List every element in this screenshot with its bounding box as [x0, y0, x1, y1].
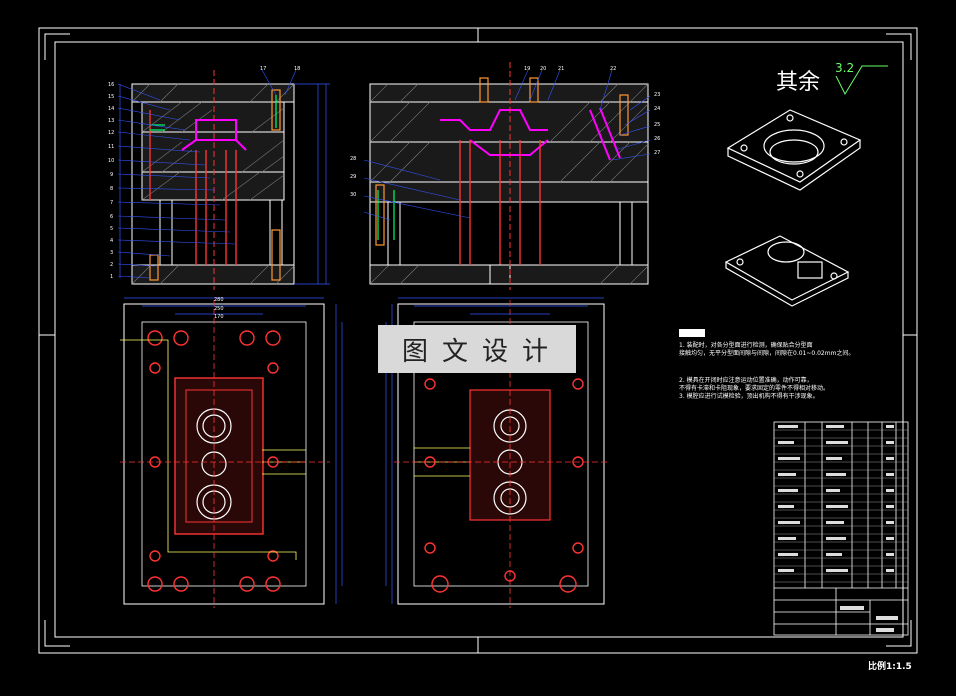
svg-text:11: 11	[108, 144, 114, 150]
svg-text:2: 2	[110, 262, 113, 268]
svg-text:8: 8	[110, 186, 113, 192]
roughness-label: 其余	[776, 70, 821, 95]
support-pillars-left	[159, 199, 283, 266]
svg-text:29: 29	[350, 174, 356, 180]
section-view-right	[363, 62, 651, 290]
svg-text:21: 21	[558, 66, 564, 72]
svg-text:7: 7	[110, 200, 113, 206]
core-plate-left	[141, 131, 285, 173]
svg-text:24: 24	[654, 106, 660, 112]
svg-text:22: 22	[610, 66, 616, 72]
svg-text:1: 1	[110, 274, 113, 280]
svg-text:170: 170	[214, 314, 224, 320]
svg-text:6: 6	[110, 214, 113, 220]
svg-text:26: 26	[654, 136, 660, 142]
corner-tr	[886, 33, 912, 60]
svg-text:10: 10	[108, 158, 114, 164]
plan-view-left	[120, 297, 343, 608]
svg-text:17: 17	[260, 66, 266, 72]
core-plate-right	[369, 141, 649, 183]
top-clamp-plate-left	[131, 83, 295, 103]
svg-text:28: 28	[350, 156, 356, 162]
tech-note-line: 3. 模腔应进行试模检验，顶出机构不得有干涉现象。	[679, 393, 819, 400]
svg-text:280: 280	[214, 297, 224, 303]
svg-text:19: 19	[524, 66, 530, 72]
watermark-logo: 图文设计	[378, 325, 576, 373]
tech-note-line: 接触均匀，无平分型面间隙与间隙，间隙在0.01~0.02mm之间。	[679, 350, 855, 357]
svg-text:13: 13	[108, 118, 114, 124]
svg-text:15: 15	[108, 94, 114, 100]
svg-text:250: 250	[214, 306, 224, 312]
svg-text:18: 18	[294, 66, 300, 72]
cavity-insert-left	[174, 377, 264, 535]
roughness-value: 3.2	[835, 61, 855, 75]
corner-bl	[44, 620, 70, 647]
support-plate-right	[369, 181, 649, 203]
bom-text-marks	[778, 425, 898, 632]
svg-text:20: 20	[540, 66, 546, 72]
section-view-left	[117, 69, 330, 290]
svg-text:5: 5	[110, 226, 113, 232]
svg-text:23: 23	[654, 92, 660, 98]
svg-text:14: 14	[108, 106, 114, 112]
svg-text:4: 4	[110, 238, 113, 244]
part-isometric-bottom	[724, 235, 850, 307]
scale-note: 比例1:1.5	[868, 662, 912, 672]
svg-text:12: 12	[108, 130, 114, 136]
top-clamp-plate-right	[369, 83, 649, 103]
bottom-clamp-plate-left	[131, 264, 295, 285]
svg-text:3: 3	[110, 250, 113, 256]
part-isometric-top	[726, 109, 862, 191]
svg-text:9: 9	[110, 172, 113, 178]
tech-notes-title-bar	[679, 329, 705, 337]
svg-text:25: 25	[654, 122, 660, 128]
corner-tl	[44, 33, 70, 60]
svg-text:16: 16	[108, 82, 114, 88]
bottom-clamp-plate-right	[369, 264, 649, 285]
svg-text:30: 30	[350, 192, 356, 198]
svg-text:27: 27	[654, 150, 660, 156]
